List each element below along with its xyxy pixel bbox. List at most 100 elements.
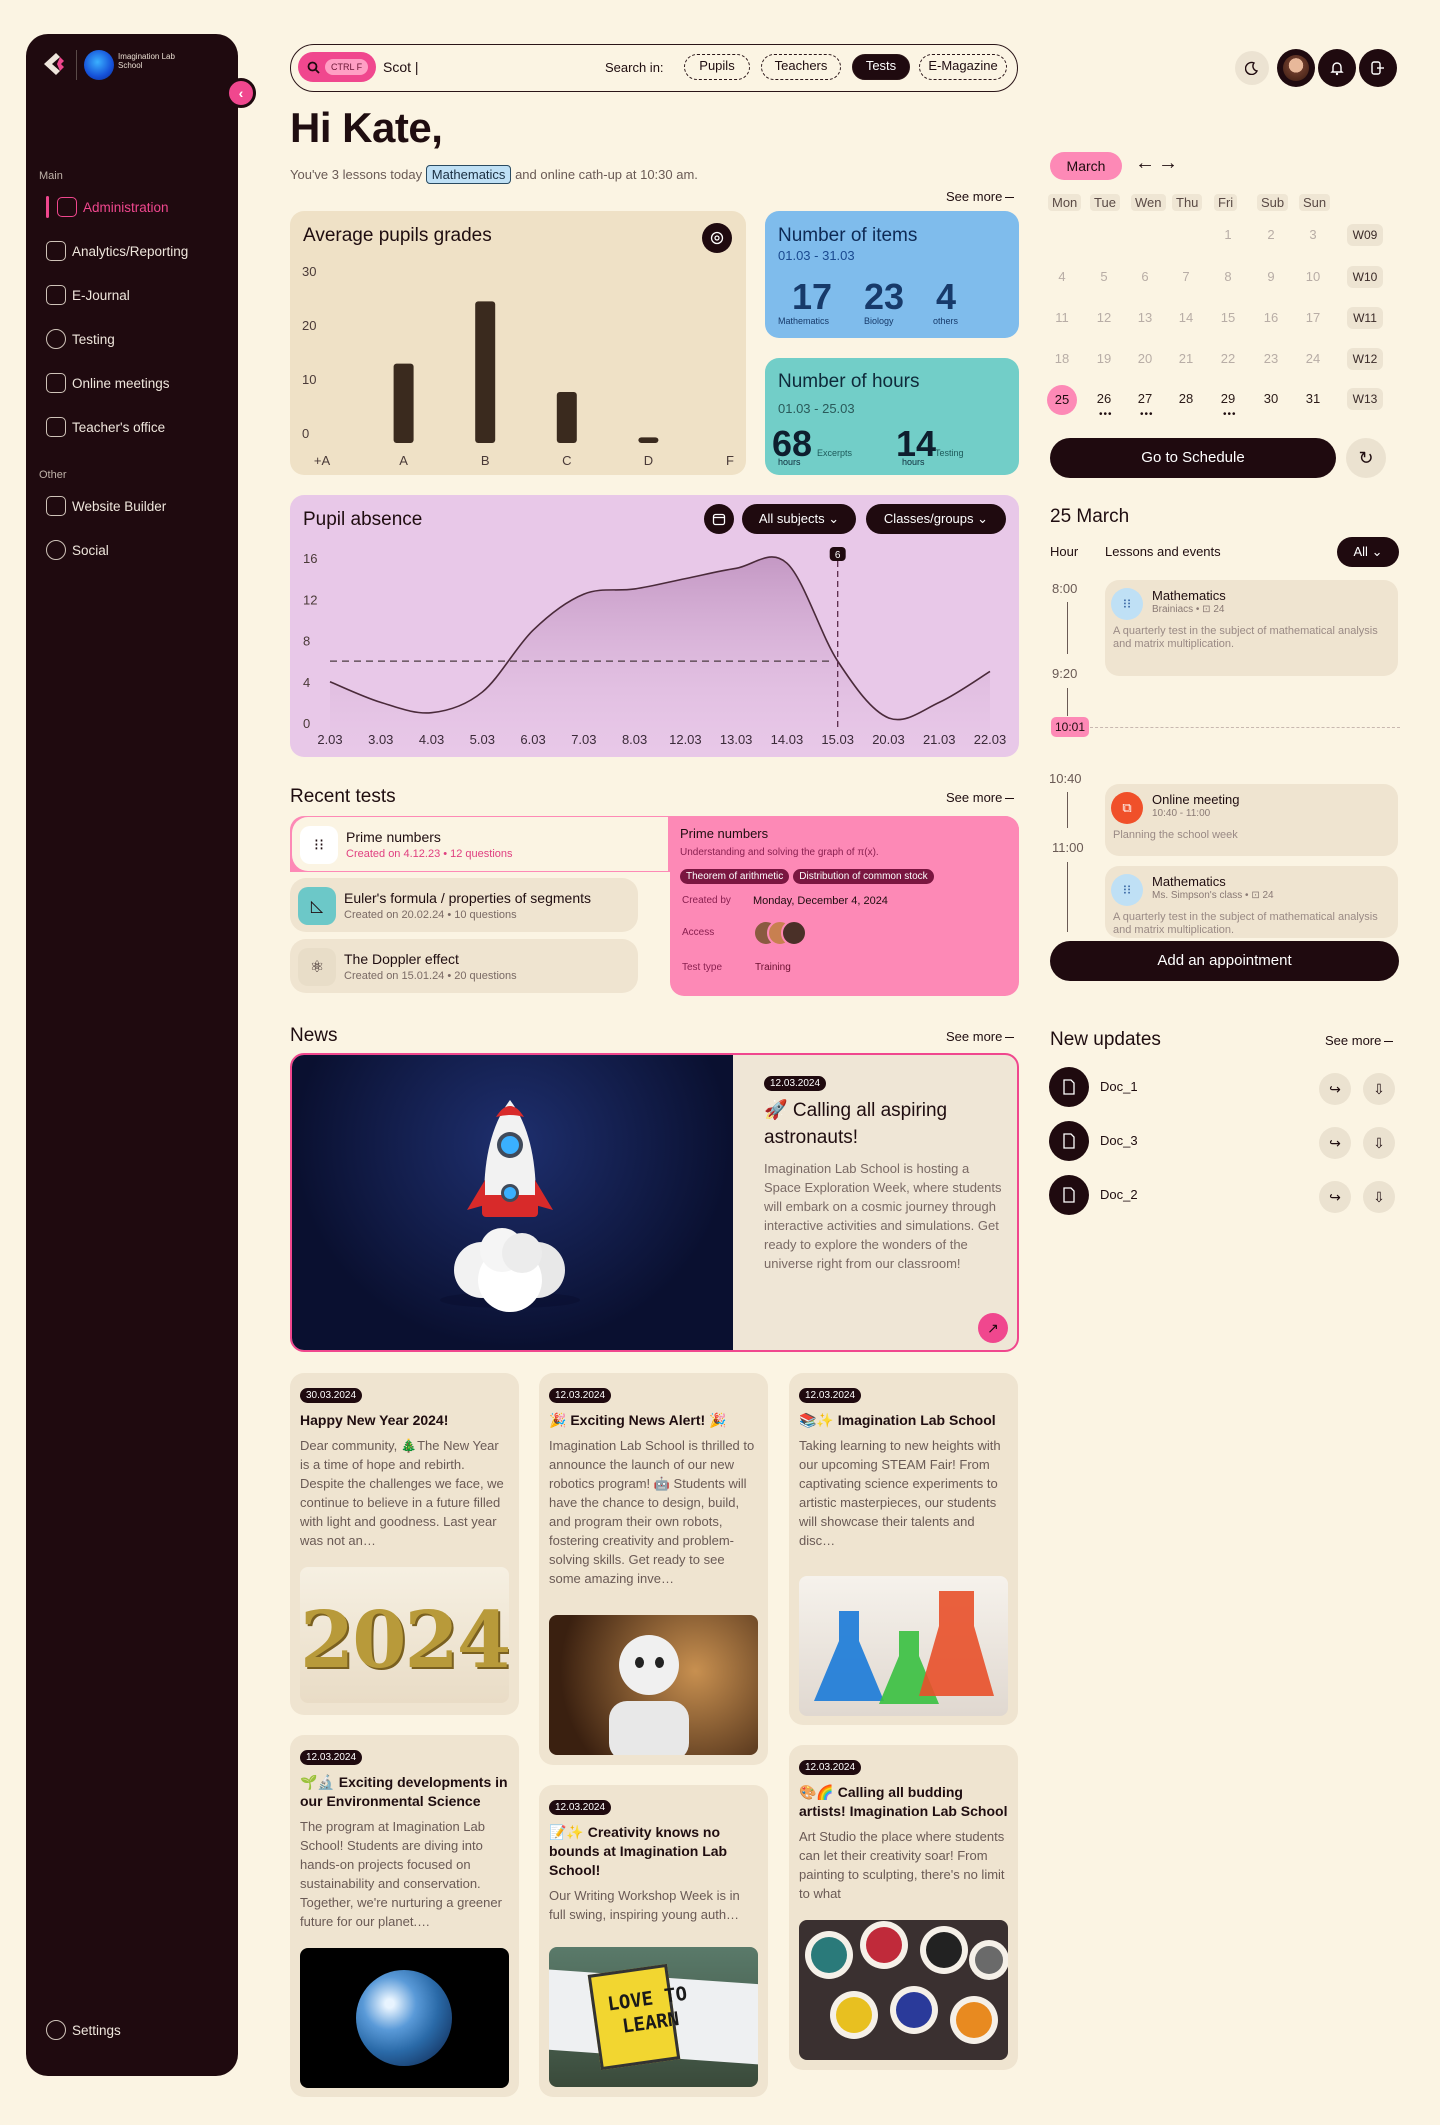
calendar-day[interactable]: 20 [1130, 351, 1160, 366]
news-card[interactable]: 12.03.2024 📚✨ Imagination Lab School Tak… [789, 1373, 1018, 1725]
sidebar-item-ejournal[interactable]: E-Journal [46, 282, 130, 308]
calendar-day-today[interactable]: 25 [1047, 385, 1077, 415]
featured-news-card[interactable]: 12.03.2024 🚀 Calling all aspiring astron… [290, 1053, 1019, 1352]
events-filter-dropdown[interactable]: All ⌄ [1337, 537, 1399, 567]
access-avatars[interactable] [753, 920, 811, 948]
calendar-day[interactable]: 17 [1298, 310, 1328, 325]
calendar-day[interactable]: 5 [1089, 269, 1119, 284]
avatar[interactable] [1277, 49, 1315, 87]
week-label[interactable]: W09 [1347, 224, 1383, 246]
sidebar-item-website-builder[interactable]: Website Builder [46, 493, 166, 519]
news-card[interactable]: 12.03.2024 🎉 Exciting News Alert! 🎉 Imag… [539, 1373, 768, 1765]
sidebar-item-administration[interactable]: Administration [46, 194, 169, 220]
grade-bar[interactable] [393, 363, 414, 443]
grade-bar[interactable] [475, 301, 496, 443]
filter-pupils[interactable]: Pupils [684, 54, 750, 80]
add-appointment-button[interactable]: Add an appointment [1050, 941, 1399, 981]
filter-emagazine[interactable]: E-Magazine [919, 54, 1007, 80]
month-selector[interactable]: March [1050, 152, 1122, 180]
sidebar-item-social[interactable]: Social [46, 537, 109, 563]
search-input[interactable]: Scot | [383, 59, 419, 75]
subject-tag[interactable]: Mathematics [425, 165, 512, 184]
classes-dropdown[interactable]: Classes/groups ⌄ [866, 504, 1006, 534]
event-card[interactable]: ⁝⁝ Mathematics Ms. Simpson's class • ⊡ 2… [1105, 866, 1398, 938]
calendar-day[interactable]: 2 [1256, 227, 1286, 242]
news-card[interactable]: 12.03.2024 🎨🌈 Calling all budding artist… [789, 1745, 1018, 2070]
sidebar-item-teachers-office[interactable]: Teacher's office [46, 414, 165, 440]
search-shortcut[interactable]: CTRL F [298, 52, 376, 82]
refresh-icon[interactable]: ↻ [1346, 438, 1386, 478]
calendar-day[interactable]: 1 [1213, 227, 1243, 242]
week-label[interactable]: W13 [1347, 388, 1383, 410]
prev-month-arrow-icon[interactable]: ← [1135, 152, 1155, 175]
download-icon[interactable]: ⇩ [1363, 1127, 1395, 1159]
calendar-day[interactable]: 6 [1130, 269, 1160, 284]
share-icon[interactable]: ↪ [1319, 1073, 1351, 1105]
calendar-day[interactable]: 15 [1213, 310, 1243, 325]
filter-teachers[interactable]: Teachers [761, 54, 841, 80]
calendar-day[interactable]: 24 [1298, 351, 1328, 366]
calendar-day[interactable]: 18 [1047, 351, 1077, 366]
notifications-button[interactable] [1318, 49, 1356, 87]
calendar-day[interactable]: 21 [1171, 351, 1201, 366]
search-bar[interactable]: CTRL F Scot | Search in: Pupils Teachers… [290, 44, 1018, 92]
news-card[interactable]: 30.03.2024 Happy New Year 2024! Dear com… [290, 1373, 519, 1715]
calendar-day[interactable]: 4 [1047, 269, 1077, 284]
calendar-day[interactable]: 29 [1213, 391, 1243, 406]
calendar-day[interactable]: 31 [1298, 391, 1328, 406]
filter-tests[interactable]: Tests [852, 54, 910, 80]
see-more-updates[interactable]: See more [1325, 1033, 1393, 1048]
see-more-news[interactable]: See more [946, 1029, 1014, 1044]
download-icon[interactable]: ⇩ [1363, 1073, 1395, 1105]
calendar-day[interactable]: 11 [1047, 310, 1077, 325]
logout-button[interactable] [1359, 49, 1397, 87]
test-row-euler[interactable]: ◺ Euler's formula / properties of segmen… [290, 878, 638, 932]
week-label[interactable]: W12 [1347, 348, 1383, 370]
sidebar-item-online-meetings[interactable]: Online meetings [46, 370, 170, 396]
calendar-day[interactable]: 8 [1213, 269, 1243, 284]
calendar-day[interactable]: 7 [1171, 269, 1201, 284]
grade-bar[interactable] [638, 437, 659, 443]
test-row-doppler[interactable]: ⚛ The Doppler effect Created on 15.01.24… [290, 939, 638, 993]
grade-bar[interactable] [556, 392, 577, 443]
next-month-arrow-icon[interactable]: → [1158, 152, 1178, 175]
calendar-day[interactable]: 10 [1298, 269, 1328, 284]
calendar-day[interactable]: 9 [1256, 269, 1286, 284]
sidebar-item-analytics[interactable]: Analytics/Reporting [46, 238, 188, 264]
sidebar-item-settings[interactable]: Settings [46, 2017, 121, 2043]
sidebar-item-testing[interactable]: Testing [46, 326, 115, 352]
calendar-day[interactable]: 30 [1256, 391, 1286, 406]
collapse-sidebar-button[interactable]: ‹ [226, 78, 256, 108]
calendar-day[interactable]: 28 [1171, 391, 1201, 406]
event-card[interactable]: ⁝⁝ Mathematics Brainiacs • ⊡ 24 A quarte… [1105, 580, 1398, 676]
dark-mode-toggle[interactable] [1235, 51, 1269, 85]
test-row-prime[interactable]: ⁝⁝ Prime numbers Created on 4.12.23 • 12… [292, 817, 668, 871]
calendar-day[interactable]: 13 [1130, 310, 1160, 325]
news-card[interactable]: 12.03.2024 🌱🔬 Exciting developments in o… [290, 1735, 519, 2097]
absence-date-button[interactable] [704, 504, 734, 534]
calendar-day[interactable]: 3 [1298, 227, 1328, 242]
news-card[interactable]: 12.03.2024 📝✨ Creativity knows no bounds… [539, 1785, 768, 2097]
subjects-dropdown[interactable]: All subjects ⌄ [742, 504, 856, 534]
see-more-tests[interactable]: See more [946, 790, 1014, 805]
see-more-stats[interactable]: See more [946, 189, 1014, 204]
event-card[interactable]: ⧉ Online meeting 10:40 - 11:00 Planning … [1105, 784, 1398, 856]
week-label[interactable]: W11 [1347, 307, 1383, 329]
update-row[interactable]: Doc_1 ↪ ⇩ [1049, 1067, 1399, 1109]
calendar-day[interactable]: 26 [1089, 391, 1119, 406]
calendar-day[interactable]: 27 [1130, 391, 1160, 406]
share-icon[interactable]: ↪ [1319, 1127, 1351, 1159]
calendar-day[interactable]: 19 [1089, 351, 1119, 366]
share-icon[interactable]: ↪ [1319, 1181, 1351, 1213]
calendar-day[interactable]: 12 [1089, 310, 1119, 325]
topic-chip[interactable]: Distribution of common stock [793, 869, 934, 884]
calendar-day[interactable]: 14 [1171, 310, 1201, 325]
download-icon[interactable]: ⇩ [1363, 1181, 1395, 1213]
week-label[interactable]: W10 [1347, 266, 1383, 288]
calendar-day[interactable]: 22 [1213, 351, 1243, 366]
open-arrow-icon[interactable]: ↗ [978, 1313, 1008, 1343]
update-row[interactable]: Doc_3 ↪ ⇩ [1049, 1121, 1399, 1163]
go-to-schedule-button[interactable]: Go to Schedule [1050, 438, 1336, 478]
update-row[interactable]: Doc_2 ↪ ⇩ [1049, 1175, 1399, 1217]
calendar-day[interactable]: 16 [1256, 310, 1286, 325]
